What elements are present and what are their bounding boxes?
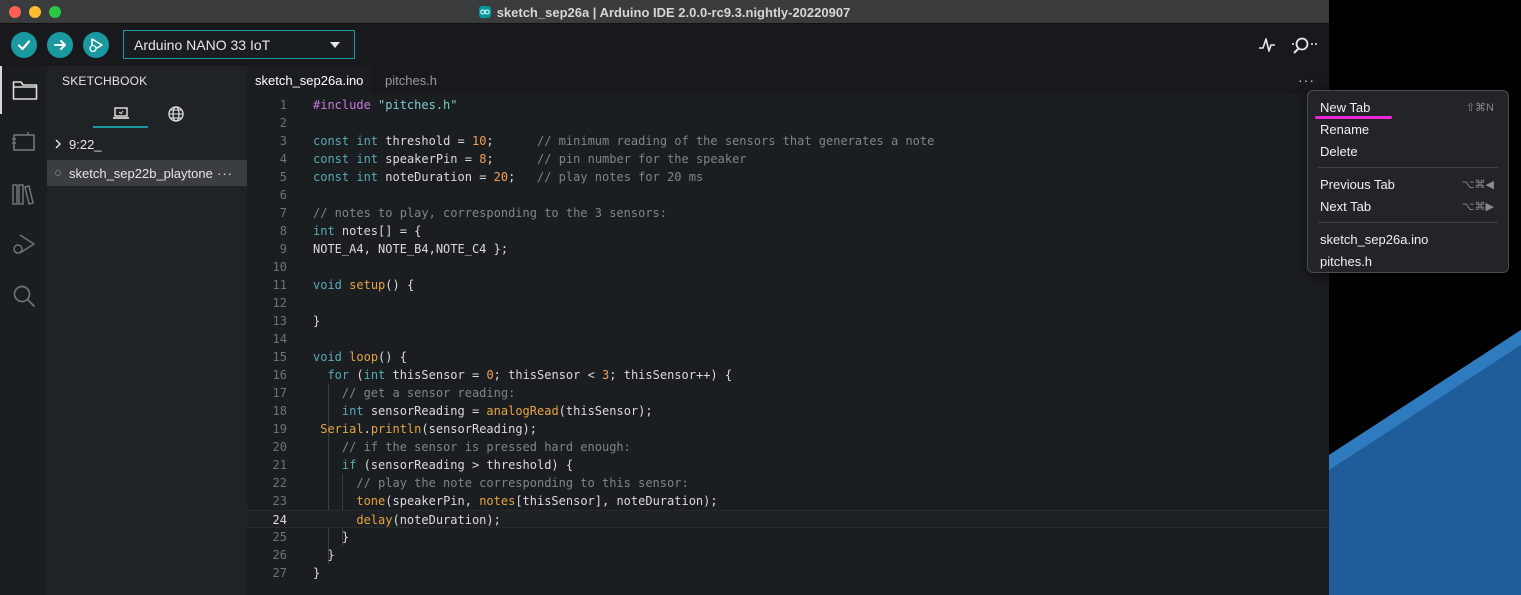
arrow-right-icon [54,40,66,50]
menu-item-label: Delete [1320,143,1358,159]
upload-button[interactable] [47,32,73,58]
code-line: 12 [272,296,287,310]
code-line: 18 int sensorReading = analogRead(thisSe… [272,404,653,418]
boards-manager-activity[interactable] [0,118,47,166]
code-line: 5 const int noteDuration = 20; // play no… [279,170,704,184]
code-editor[interactable]: 1 #include "pitches.h" 2 3 const int thres… [247,96,1329,595]
code-line: 6 [279,188,287,202]
check-icon [17,40,31,51]
title-bar: sketch_sep26a | Arduino IDE 2.0.0-rc9.3.… [0,0,1329,24]
code-line: 4 const int speakerPin = 8; // pin number… [279,152,747,166]
sidebar-title: SKETCHBOOK [62,74,148,88]
code-line: 11 void setup() { [272,278,415,292]
pulse-icon [1259,38,1275,52]
menu-item-tab-sketch-sep26a[interactable]: sketch_sep26a.ino [1308,228,1508,250]
code-line: 26 } [272,548,335,562]
sketchbook-sketch-item[interactable]: sketch_sep22b_playtone ··· [47,160,247,186]
menu-item-label: New Tab [1320,99,1371,115]
code-line: 7// notes to play, corresponding to the … [279,206,668,220]
globe-icon [167,106,184,122]
folder-icon [12,81,37,100]
debug-run-icon [12,234,35,254]
toolbar: Arduino NANO 33 IoT [0,24,1329,66]
menu-item-label: pitches.h [1320,253,1373,269]
menu-item-previous-tab[interactable]: Previous Tab ⌥⌘◀ [1308,173,1508,195]
menu-item-tab-pitches-h[interactable]: pitches.h [1308,250,1508,272]
local-sketchbook-tab[interactable] [93,100,148,128]
code-line: 14 [272,332,287,346]
verify-button[interactable] [11,32,37,58]
code-line: 19 Serial.println(sensorReading); [272,422,537,436]
menu-item-rename[interactable]: Rename [1308,118,1508,140]
code-line: 8 int notes[] = { [279,224,422,238]
code-line: 15 void loop() { [272,350,407,364]
code-line: 25 } [272,530,350,544]
search-icon [13,285,35,307]
sketchbook-sidebar: SKETCHBOOK 9:22_ sketch_sep22b_playtone … [47,66,247,595]
menu-item-label: Previous Tab [1320,176,1395,192]
board-selector-label: Arduino NANO 33 IoT [134,36,271,53]
tab-sketch-sep26a[interactable]: sketch_sep26a.ino [247,66,372,94]
debug-icon [89,38,103,53]
board-icon [11,132,35,151]
code-line: 9 NOTE_A4, NOTE_B4,NOTE_C4 }; [279,242,509,256]
search-activity[interactable] [0,272,47,320]
code-line: 16 for (int thisSensor = 0; thisSensor <… [272,368,733,382]
tab-pitches-h[interactable]: pitches.h [377,66,445,94]
menu-item-shortcut: ⌥⌘▶ [1461,200,1494,213]
code-line: 3 const int threshold = 10; // minimum re… [279,134,935,148]
window-title: sketch_sep26a | Arduino IDE 2.0.0-rc9.3.… [496,4,851,20]
board-selector[interactable]: Arduino NANO 33 IoT [123,30,355,59]
editor-area: sketch_sep26a.ino pitches.h ··· 1 #includ… [247,66,1329,595]
code-line: 10 [272,260,287,274]
menu-separator [1318,222,1498,223]
annotation-underline [1315,116,1392,119]
code-line: 13} [272,314,321,328]
serial-plotter-button[interactable] [1255,33,1279,57]
menu-item-label: Next Tab [1320,198,1372,214]
debug-activity[interactable] [0,220,47,268]
code-line: 27} [272,566,321,580]
activity-bar [0,66,47,595]
code-line: 22 // play the note corresponding to thi… [272,476,689,490]
editor-tab-bar: sketch_sep26a.ino pitches.h ··· [247,66,1329,94]
sketch-icon [47,169,69,177]
code-line: 2 [279,116,287,130]
menu-item-shortcut: ⌥⌘◀ [1461,178,1494,191]
menu-separator [1318,167,1498,168]
code-line: 21 if (sensorReading > threshold) { [272,458,574,472]
code-line: 17 // get a sensor reading: [272,386,516,400]
menu-item-shortcut: ⇧⌘N [1465,101,1494,114]
menu-item-label: sketch_sep26a.ino [1320,231,1429,247]
chevron-down-icon [330,42,340,48]
menu-item-delete[interactable]: Delete [1308,140,1508,162]
sketchbook-activity[interactable] [0,66,47,114]
serial-monitor-button[interactable] [1290,33,1320,57]
laptop-icon [112,107,129,119]
menu-item-label: Rename [1320,121,1370,137]
code-line: 20 // if the sensor is pressed hard enou… [272,440,631,454]
tab-label: sketch_sep26a.ino [255,72,364,88]
library-manager-activity[interactable] [0,170,47,218]
library-icon [11,184,34,205]
code-line: 1 #include "pitches.h" [279,98,458,112]
tab-more-actions-button[interactable]: ··· [1298,72,1315,88]
sketchbook-sketch-label: sketch_sep22b_playtone [69,165,213,181]
sketch-more-button[interactable]: ··· [217,166,233,181]
code-line: 23 tone(speakerPin, notes[thisSensor], n… [272,494,718,508]
menu-item-next-tab[interactable]: Next Tab ⌥⌘▶ [1308,195,1508,217]
arduino-ide-window: sketch_sep26a | Arduino IDE 2.0.0-rc9.3.… [0,0,1329,595]
menu-item-new-tab[interactable]: New Tab ⇧⌘N [1308,96,1508,118]
cloud-sketchbook-tab[interactable] [148,100,203,128]
magnifier-icon [1292,37,1317,54]
chevron-right-icon [47,139,69,149]
code-line-current: 24 delay(noteDuration); [247,510,1329,528]
debug-button[interactable] [83,32,109,58]
sketchbook-folder-label: 9:22_ [69,136,102,152]
tab-label: pitches.h [385,72,438,88]
sketchbook-folder-item[interactable]: 9:22_ [47,131,247,157]
arduino-logo-icon [478,6,491,18]
